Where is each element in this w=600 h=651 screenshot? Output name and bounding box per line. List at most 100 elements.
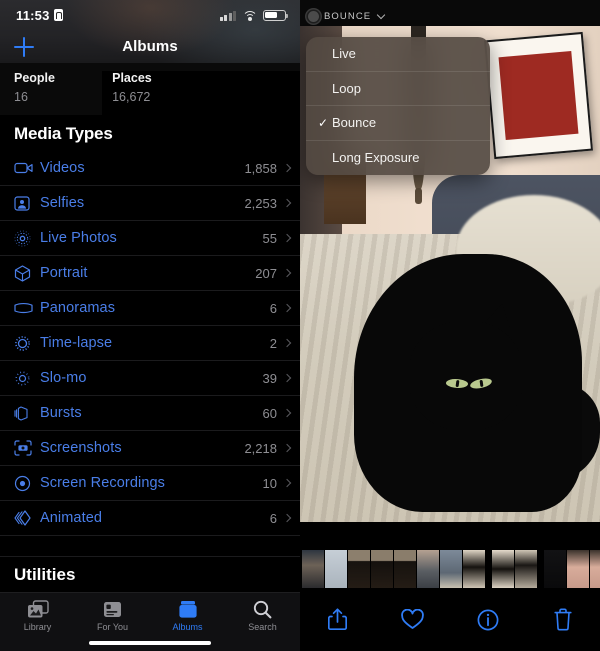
media-count: 10 [262, 475, 277, 491]
media-row-panoramas[interactable]: Panoramas 6 [0, 291, 300, 326]
status-time-group: 11:53 [16, 8, 63, 23]
places-title: Places [112, 71, 152, 85]
screenshot-icon [14, 440, 40, 456]
filmstrip-thumb[interactable] [590, 550, 600, 588]
tab-label: Albums [172, 622, 203, 632]
chevron-right-icon [282, 338, 292, 348]
filmstrip-thumb[interactable] [417, 550, 439, 588]
menu-item-bounce[interactable]: ✓ Bounce [306, 106, 490, 141]
media-label: Slo-mo [40, 370, 87, 386]
media-label: Panoramas [40, 300, 116, 316]
screen-recording-icon [14, 475, 40, 492]
live-photo-mode-label: BOUNCE [324, 11, 372, 22]
chevron-down-icon [377, 10, 386, 20]
page-title: Albums [122, 38, 178, 55]
tab-label: For You [96, 622, 129, 632]
media-row-bursts[interactable]: Bursts 60 [0, 396, 300, 431]
wifi-icon [242, 10, 257, 21]
status-time: 11:53 [16, 7, 50, 23]
filmstrip-thumb[interactable] [544, 550, 566, 588]
menu-item-loop[interactable]: ✓ Loop [306, 72, 490, 106]
filmstrip-thumb[interactable] [567, 550, 589, 588]
media-count: 2,218 [244, 440, 277, 456]
media-count: 60 [262, 405, 277, 421]
tab-bar: Library For You Albums Search [0, 592, 300, 651]
media-row-videos[interactable]: Videos 1,858 [0, 151, 300, 186]
tab-albums[interactable]: Albums [150, 600, 225, 632]
tab-for-you[interactable]: For You [75, 600, 150, 632]
cube-portrait-icon [14, 264, 40, 282]
media-label: Portrait [40, 265, 88, 281]
menu-item-long-exposure[interactable]: ✓ Long Exposure [306, 141, 490, 176]
split-screenshot: 11:53 Albums People 16 Places 16,672 Med… [0, 0, 600, 651]
filmstrip-gap [486, 550, 491, 588]
people-album-card[interactable]: People 16 [0, 71, 102, 115]
tab-search[interactable]: Search [225, 600, 300, 632]
filmstrip-thumb[interactable] [394, 550, 416, 588]
chevron-right-icon [282, 198, 292, 208]
media-label: Screenshots [40, 440, 122, 456]
favorite-button[interactable] [375, 609, 450, 630]
filmstrip-thumb[interactable] [515, 550, 537, 588]
live-photo-icon [14, 229, 40, 247]
menu-item-label: Long Exposure [332, 150, 420, 166]
media-row-selfies[interactable]: Selfies 2,253 [0, 186, 300, 221]
media-types-section: Media Types Videos 1,858 Selfies 2,253 L… [0, 115, 300, 536]
media-row-time-lapse[interactable]: Time-lapse 2 [0, 326, 300, 361]
photo-viewer-pane: BOUNCE ✓ Live [300, 0, 600, 651]
filmstrip-thumb[interactable] [371, 550, 393, 588]
filmstrip-thumb[interactable] [440, 550, 462, 588]
navigation-bar: Albums [0, 30, 300, 63]
media-label: Videos [40, 160, 85, 176]
media-row-animated[interactable]: Animated 6 [0, 501, 300, 536]
media-row-slo-mo[interactable]: Slo-mo 39 [0, 361, 300, 396]
filmstrip-thumb[interactable] [302, 550, 324, 588]
media-row-portrait[interactable]: Portrait 207 [0, 256, 300, 291]
live-photo-mode-button[interactable]: BOUNCE [308, 10, 386, 22]
signal-bars-icon [219, 10, 236, 21]
slomo-icon [14, 370, 40, 387]
chevron-right-icon [282, 478, 292, 488]
people-title: People [14, 71, 55, 85]
panorama-icon [14, 302, 40, 314]
media-count: 39 [262, 370, 277, 386]
home-indicator[interactable] [89, 641, 211, 645]
status-bar: 11:53 [0, 0, 300, 30]
photo-filmstrip[interactable] [300, 550, 600, 588]
media-row-screenshots[interactable]: Screenshots 2,218 [0, 431, 300, 466]
media-count: 55 [262, 230, 277, 246]
media-count: 207 [255, 265, 277, 281]
filmstrip-thumb[interactable] [492, 550, 514, 588]
chevron-right-icon [282, 408, 292, 418]
info-button[interactable] [450, 609, 525, 631]
filmstrip-thumb[interactable] [463, 550, 485, 588]
checkmark-icon: ✓ [318, 115, 329, 130]
framed-picture [484, 31, 593, 160]
people-places-row: People 16 Places 16,672 [0, 63, 300, 651]
media-count: 2 [269, 335, 277, 351]
media-row-live-photos[interactable]: Live Photos 55 [0, 221, 300, 256]
media-count: 1,858 [244, 160, 277, 176]
battery-icon [263, 9, 289, 21]
add-album-button[interactable] [14, 36, 34, 57]
tab-library[interactable]: Library [0, 600, 75, 632]
menu-item-label: Loop [332, 80, 361, 96]
media-label: Screen Recordings [40, 475, 166, 491]
photos-albums-pane: 11:53 Albums People 16 Places 16,672 Med… [0, 0, 300, 651]
chevron-right-icon [282, 513, 292, 523]
media-label: Animated [40, 510, 103, 526]
filmstrip-thumb[interactable] [325, 550, 347, 588]
media-count: 6 [269, 510, 277, 526]
chevron-right-icon [282, 233, 292, 243]
utilities-header: Utilities [0, 556, 300, 585]
filmstrip-thumb[interactable] [348, 550, 370, 588]
people-count: 16 [14, 90, 28, 104]
menu-item-live[interactable]: ✓ Live [306, 37, 490, 72]
media-row-screen-recordings[interactable]: Screen Recordings 10 [0, 466, 300, 501]
live-photo-icon [308, 11, 319, 22]
places-count: 16,672 [112, 90, 151, 104]
tab-label: Library [23, 622, 52, 632]
delete-button[interactable] [525, 608, 600, 631]
share-button[interactable] [300, 608, 375, 631]
timelapse-icon [14, 335, 40, 352]
